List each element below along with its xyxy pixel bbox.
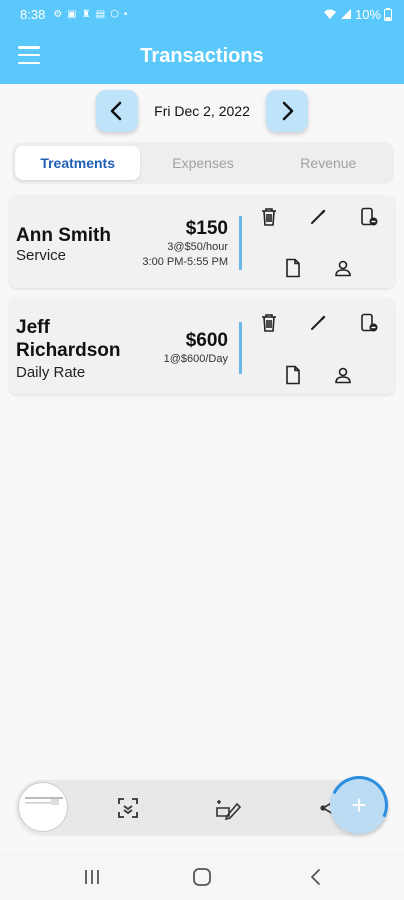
transaction-card[interactable]: Ann Smith Service $150 3@$50/hour 3:00 P…	[10, 196, 394, 288]
wifi-icon	[323, 9, 336, 19]
transaction-type: Daily Rate	[16, 364, 86, 381]
status-bar: 8:38 ⚙ ▣ ♜ ▤ ⬡ • 10%	[0, 0, 404, 28]
add-transaction-button[interactable]: +	[321, 767, 397, 843]
chevron-right-icon	[282, 101, 294, 121]
phone-remove-icon[interactable]	[358, 312, 380, 334]
client-name: Jeff Richardson	[16, 317, 121, 361]
person-icon: ♜	[81, 8, 91, 20]
transaction-rate: 3@$50/hour	[167, 241, 228, 253]
hexagon-icon: ⬡	[110, 8, 119, 20]
tab-revenue[interactable]: Revenue	[266, 146, 391, 180]
current-date: Fri Dec 2, 2022	[154, 103, 250, 119]
client-name: Ann Smith	[16, 225, 111, 246]
tab-expenses[interactable]: Expenses	[140, 146, 265, 180]
scan-icon[interactable]	[115, 795, 141, 821]
edit-screenshot-icon[interactable]	[215, 795, 241, 821]
transaction-card[interactable]: Jeff Richardson Daily Rate $600 1@$600/D…	[10, 298, 394, 394]
transaction-amount: $150	[185, 218, 228, 239]
hamburger-menu-icon[interactable]	[18, 46, 40, 64]
transaction-tabs: Treatments Expenses Revenue	[12, 142, 394, 184]
transaction-amount: $600	[185, 330, 228, 351]
home-icon[interactable]	[190, 866, 214, 888]
delete-icon[interactable]	[258, 312, 280, 334]
transaction-rate: 1@$600/Day	[163, 353, 228, 365]
thumbnail-preview[interactable]	[18, 782, 68, 832]
back-icon[interactable]	[304, 866, 328, 888]
page-title: Transactions	[140, 44, 264, 67]
chevron-left-icon	[110, 101, 122, 121]
battery-icon	[384, 7, 392, 21]
status-time: 8:38	[20, 6, 46, 22]
person-icon[interactable]	[332, 364, 354, 386]
tab-treatments[interactable]: Treatments	[15, 146, 141, 180]
previous-day-button[interactable]	[96, 90, 138, 132]
dot-icon: •	[123, 8, 128, 20]
edit-pencil-icon[interactable]	[307, 312, 329, 334]
person-icon[interactable]	[332, 257, 354, 279]
transaction-type: Service	[16, 247, 67, 264]
document-icon[interactable]	[282, 257, 304, 279]
phone-remove-icon[interactable]	[358, 206, 380, 228]
recent-apps-icon[interactable]	[80, 866, 104, 888]
status-right: 10%	[323, 7, 392, 22]
date-navigator: Fri Dec 2, 2022	[0, 90, 404, 132]
battery-level: 10%	[354, 6, 381, 22]
card-divider	[239, 216, 242, 270]
square-icon: ▣	[67, 8, 77, 20]
system-navigation-bar	[0, 852, 404, 900]
signal-icon	[340, 9, 351, 19]
status-notification-icons: ⚙ ▣ ♜ ▤ ⬡ •	[53, 9, 127, 20]
transaction-time-range: 3:00 PM-5:55 PM	[142, 256, 228, 268]
document-icon[interactable]	[282, 364, 304, 386]
edit-pencil-icon[interactable]	[307, 206, 329, 228]
app-bar: Transactions	[0, 28, 404, 84]
card-divider	[239, 322, 242, 374]
image-icon: ▤	[95, 8, 106, 20]
next-day-button[interactable]	[266, 90, 308, 132]
delete-icon[interactable]	[258, 206, 280, 228]
settings-icon: ⚙	[53, 8, 63, 20]
